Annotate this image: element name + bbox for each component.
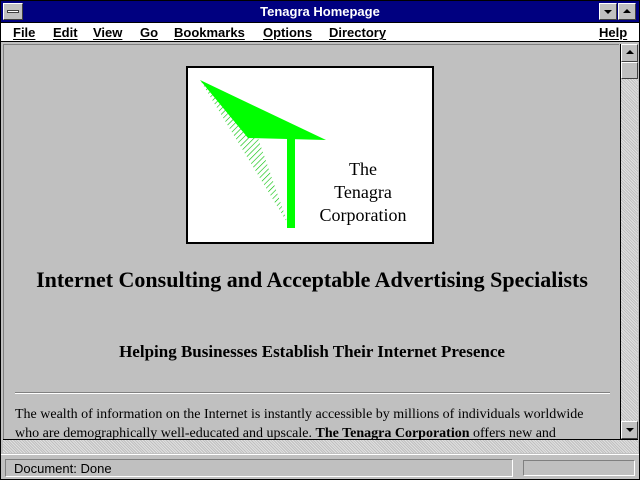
arrow-up-icon	[626, 50, 634, 54]
menu-options[interactable]: Options	[263, 25, 312, 40]
company-name: The Tenagra Corporation	[315, 426, 470, 439]
horizontal-rule	[15, 392, 610, 394]
minimize-icon	[604, 10, 612, 14]
menu-go[interactable]: Go	[140, 25, 158, 40]
menu-view[interactable]: View	[93, 25, 122, 40]
logo-text: The Tenagra Corporation	[298, 158, 428, 227]
logo-line-3: Corporation	[319, 205, 407, 225]
browser-window: Tenagra Homepage File Edit View Go Bookm…	[0, 0, 640, 480]
scroll-down-button[interactable]	[621, 421, 638, 439]
menu-bar: File Edit View Go Bookmarks Options Dire…	[1, 23, 639, 42]
vertical-scroll-track[interactable]	[621, 62, 638, 421]
menu-bookmarks[interactable]: Bookmarks	[174, 25, 245, 40]
maximize-button[interactable]	[618, 3, 636, 20]
vertical-scroll-thumb[interactable]	[621, 62, 638, 79]
vertical-scrollbar[interactable]	[620, 44, 638, 439]
menu-directory[interactable]: Directory	[329, 25, 386, 40]
status-bar: Document: Done	[1, 454, 639, 479]
page-content: The Tenagra Corporation Internet Consult…	[3, 44, 619, 439]
tenagra-logo[interactable]: The Tenagra Corporation	[186, 66, 434, 244]
page-subheadline: Helping Businesses Establish Their Inter…	[119, 342, 505, 361]
window-title: Tenagra Homepage	[260, 4, 380, 19]
maximize-icon	[623, 9, 631, 13]
arrow-down-icon	[626, 428, 634, 432]
logo-line-1: The	[349, 159, 377, 179]
body-text-part-2: offers new and	[469, 426, 556, 439]
minimize-button[interactable]	[599, 3, 617, 20]
title-bar[interactable]: Tenagra Homepage	[1, 1, 639, 23]
progress-indicator	[523, 460, 635, 476]
page-headline: Internet Consulting and Acceptable Adver…	[36, 267, 588, 292]
logo-line-2: Tenagra	[334, 182, 392, 202]
horizontal-scrollbar[interactable]	[3, 439, 638, 453]
menu-edit[interactable]: Edit	[53, 25, 78, 40]
menu-file[interactable]: File	[13, 25, 35, 40]
menu-help[interactable]: Help	[599, 25, 627, 40]
status-text: Document: Done	[5, 459, 513, 477]
scroll-up-button[interactable]	[621, 44, 638, 62]
body-paragraph: The wealth of information on the Interne…	[15, 405, 610, 439]
